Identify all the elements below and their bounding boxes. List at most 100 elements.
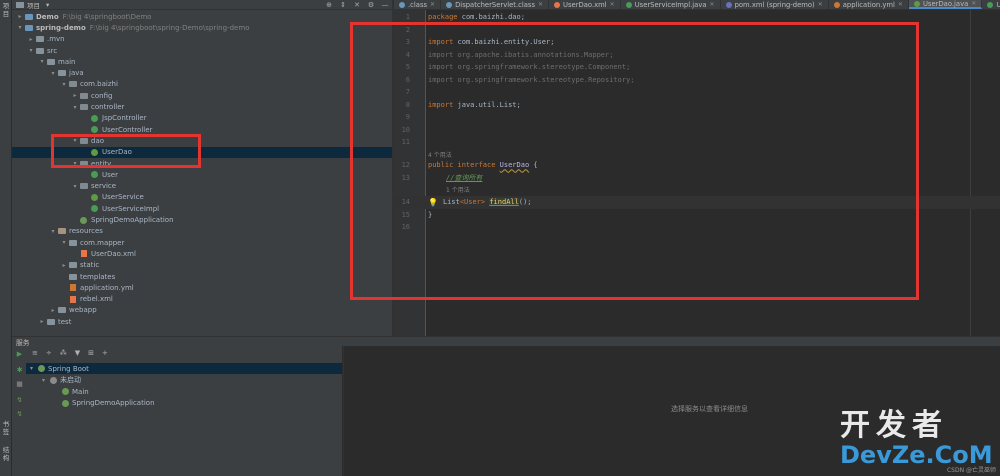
tree-item[interactable]: UserDao.xml — [12, 248, 392, 259]
close-icon[interactable]: ✕ — [350, 1, 364, 9]
tree-item[interactable]: UserServiceImpl — [12, 203, 392, 214]
module-icon — [24, 24, 33, 32]
close-icon[interactable]: ✕ — [430, 1, 435, 8]
services-toolbar-button-icon[interactable]: ⊞ — [88, 349, 94, 357]
redeploy-icon[interactable]: ↯ — [15, 410, 24, 419]
editor-tab[interactable]: UserDao.java ✕ — [908, 0, 983, 9]
chevron-down-icon[interactable]: ▾ — [30, 365, 38, 372]
tree-item[interactable]: ▸ Demo F:\big 4\springboot\Demo — [12, 11, 392, 22]
deploy-icon[interactable]: ↯ — [15, 396, 24, 405]
services-title[interactable]: 服务 — [16, 337, 30, 347]
tool-window-structure-label[interactable]: 结构 — [1, 446, 11, 462]
file-icon — [987, 1, 994, 8]
wrench-icon — [50, 376, 57, 384]
tree-item[interactable]: ▾ resources — [12, 226, 392, 237]
close-icon[interactable]: ✕ — [818, 1, 823, 8]
chevron-down-icon[interactable]: ▾ — [60, 81, 68, 88]
chevron-down-icon[interactable]: ▾ — [49, 228, 57, 235]
services-detail-message: 选择服务以查看详细信息 — [671, 405, 748, 413]
tree-item[interactable]: ▾ com.baizhi — [12, 79, 392, 90]
tree-item[interactable]: ▾ java — [12, 68, 392, 79]
editor-tab[interactable]: application.yml ✕ — [829, 0, 909, 9]
collapse-icon[interactable]: ⇕ — [336, 1, 350, 9]
tool-window-bookmarks-label[interactable]: 书签 — [1, 420, 11, 436]
chevron-down-icon[interactable]: ▾ — [42, 377, 50, 384]
tree-item[interactable]: application.yml — [12, 282, 392, 293]
tree-item-label: JspController — [102, 114, 147, 123]
close-icon[interactable]: ✕ — [610, 1, 615, 8]
right-margin-line — [970, 10, 971, 336]
editor-tab[interactable]: DispatcherServlet.class ✕ — [441, 0, 550, 9]
chevron-down-icon[interactable]: ▾ — [46, 1, 49, 9]
tree-item[interactable]: rebel.xml — [12, 294, 392, 305]
folder-icon — [68, 239, 77, 247]
chevron-down-icon[interactable]: ▾ — [38, 58, 46, 65]
close-icon[interactable]: ✕ — [538, 1, 543, 8]
debug-icon[interactable]: ✱ — [15, 366, 24, 375]
chevron-right-icon[interactable]: ▸ — [60, 262, 68, 269]
chevron-down-icon[interactable]: ▾ — [71, 183, 79, 190]
service-item[interactable]: SpringDemoApplication — [26, 398, 342, 409]
stop-icon[interactable]: ■ — [15, 380, 24, 389]
tree-item[interactable]: ▸ .mvn — [12, 34, 392, 45]
run-icon[interactable]: ▶ — [15, 350, 24, 359]
services-toolbar: ≡ ÷ ⁂ ▼ ⊞ + — [26, 346, 342, 360]
chevron-right-icon[interactable]: ▸ — [49, 307, 57, 314]
spring-icon — [38, 365, 45, 372]
gear-icon[interactable]: ⚙ — [364, 1, 378, 9]
tree-item-label: SpringDemoApplication — [91, 216, 174, 225]
tool-window-project-label[interactable]: 项目 — [1, 2, 11, 18]
services-toolbar-button-icon[interactable]: + — [102, 349, 108, 357]
tree-item[interactable]: SpringDemoApplication — [12, 214, 392, 225]
chevron-right-icon[interactable]: ▸ — [16, 13, 24, 20]
tab-label: .class — [408, 0, 428, 9]
project-panel-header: 项目 ▾ ⊕ ⇕ ✕ ⚙ — — [12, 0, 392, 10]
tree-item[interactable]: ▸ webapp — [12, 305, 392, 316]
chevron-right-icon[interactable]: ▸ — [27, 36, 35, 43]
tree-item[interactable]: ▸ test — [12, 316, 392, 327]
chevron-right-icon[interactable]: ▸ — [71, 92, 79, 99]
close-icon[interactable]: ✕ — [710, 1, 715, 8]
tree-item[interactable]: ▾ controller — [12, 101, 392, 112]
editor-tab[interactable]: pom.xml (spring-demo) ✕ — [721, 0, 829, 9]
tree-item[interactable]: User — [12, 169, 392, 180]
folder-icon — [46, 58, 55, 66]
tree-item[interactable]: templates — [12, 271, 392, 282]
chevron-right-icon[interactable]: ▸ — [38, 318, 46, 325]
tree-item[interactable]: ▾ src — [12, 45, 392, 56]
service-item[interactable]: ▾ 未启动 — [26, 375, 342, 386]
services-toolbar-button-icon[interactable]: ÷ — [46, 349, 52, 357]
left-tool-strip: 项目 书签 结构 — [0, 0, 12, 476]
chevron-down-icon[interactable]: ▾ — [27, 47, 35, 54]
class-icon — [90, 126, 99, 134]
tree-item[interactable]: ▾ spring-demo F:\big 4\springboot\spring-D… — [12, 22, 392, 33]
chevron-down-icon[interactable]: ▾ — [71, 104, 79, 111]
tree-item[interactable]: ▾ service — [12, 181, 392, 192]
service-item[interactable]: Main — [26, 386, 342, 397]
close-icon[interactable]: ✕ — [898, 1, 903, 8]
tree-item[interactable]: UserService — [12, 192, 392, 203]
service-item[interactable]: ▾ Spring Boot — [26, 363, 342, 374]
tree-item-label: spring-demo — [36, 23, 86, 32]
chevron-down-icon[interactable]: ▾ — [60, 239, 68, 246]
tree-item[interactable]: ▸ static — [12, 260, 392, 271]
services-toolbar-button-icon[interactable]: ⁂ — [60, 349, 67, 357]
globe-icon[interactable]: ⊕ — [322, 1, 336, 9]
services-toolbar-button-icon[interactable]: ▼ — [75, 349, 80, 357]
project-panel-title[interactable]: 项目 — [27, 0, 40, 10]
close-icon[interactable]: ✕ — [971, 0, 976, 7]
editor-tab[interactable]: UserDao.xml ✕ — [549, 0, 621, 9]
folder-icon — [35, 35, 44, 43]
tree-item[interactable]: ▾ com.mapper — [12, 237, 392, 248]
services-toolbar-button-icon[interactable]: ≡ — [32, 349, 38, 357]
tree-item[interactable]: ▾ main — [12, 56, 392, 67]
tree-item[interactable]: ▸ config — [12, 90, 392, 101]
chevron-down-icon[interactable]: ▾ — [16, 24, 24, 31]
chevron-down-icon[interactable]: ▾ — [49, 70, 57, 77]
editor-tab[interactable]: .class ✕ — [394, 0, 442, 9]
editor-tab[interactable]: UserServiceImpl.java ✕ — [621, 0, 721, 9]
minimize-icon[interactable]: — — [378, 1, 392, 9]
folder-icon — [68, 261, 77, 269]
tree-item[interactable]: JspController — [12, 113, 392, 124]
editor-tab[interactable]: User.java✕ — [982, 0, 1000, 9]
